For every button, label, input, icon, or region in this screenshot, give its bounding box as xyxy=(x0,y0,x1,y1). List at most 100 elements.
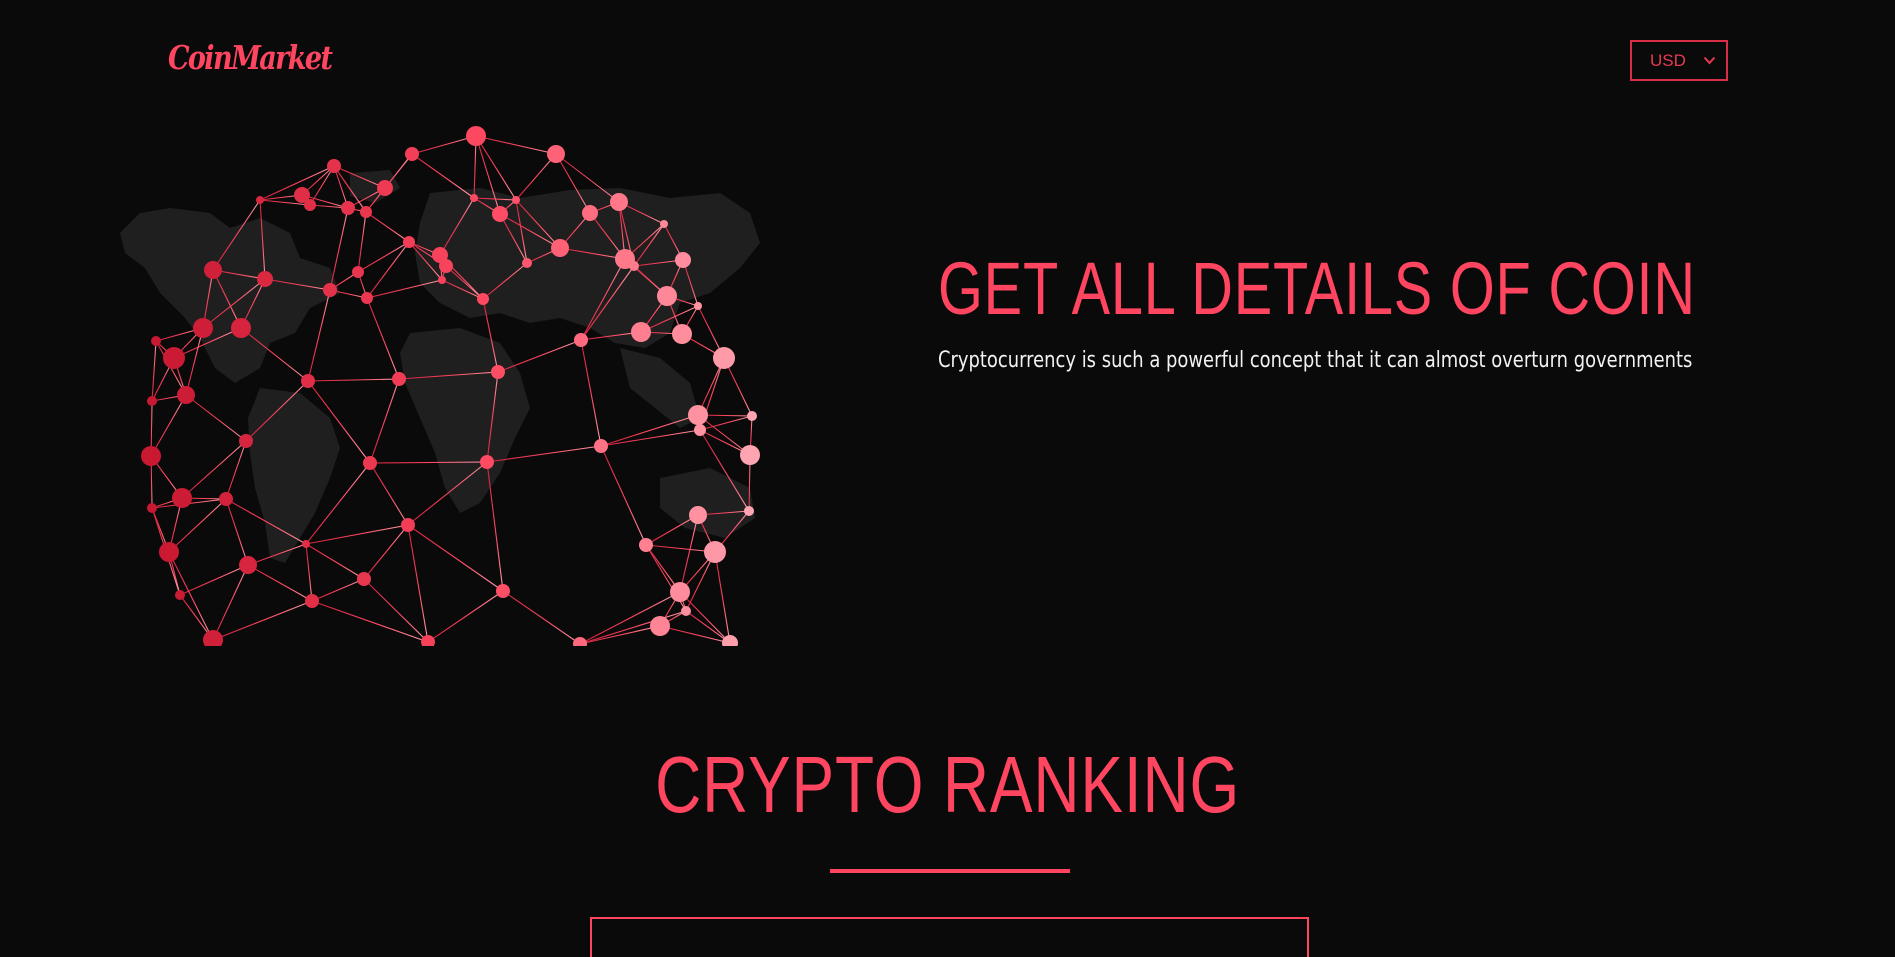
network-node xyxy=(694,302,702,310)
network-node xyxy=(574,333,588,347)
network-node xyxy=(203,630,223,646)
network-node xyxy=(496,584,510,598)
network-node xyxy=(219,492,233,506)
network-node xyxy=(492,206,508,222)
network-edge xyxy=(247,564,313,602)
network-node xyxy=(629,261,639,271)
network-node xyxy=(305,594,319,608)
network-node xyxy=(204,261,222,279)
network-node xyxy=(352,266,364,278)
network-node xyxy=(477,293,489,305)
network-node xyxy=(744,506,754,516)
network-node xyxy=(681,606,691,616)
network-edge xyxy=(600,445,647,546)
network-edge xyxy=(185,327,204,396)
continent-shape xyxy=(400,328,530,513)
network-node xyxy=(392,372,406,386)
network-node xyxy=(582,205,598,221)
globe-network-illustration xyxy=(120,126,760,646)
network-edge xyxy=(407,524,429,643)
network-node xyxy=(341,201,355,215)
network-node xyxy=(491,365,505,379)
network-node xyxy=(301,374,315,388)
network-edge xyxy=(600,429,701,447)
network-edge xyxy=(212,600,313,641)
network-edge xyxy=(305,524,409,545)
network-node xyxy=(403,236,415,248)
network-node xyxy=(231,318,251,338)
network-edge xyxy=(179,564,249,596)
network-edge xyxy=(407,524,504,592)
network-node xyxy=(147,503,157,513)
network-edge xyxy=(357,211,367,273)
hero-title: GET ALL DETAILS OF COIN xyxy=(938,247,1696,330)
network-node xyxy=(323,283,337,297)
network-edge xyxy=(150,394,187,457)
network-edge xyxy=(307,378,400,382)
network-edge xyxy=(185,394,247,442)
network-node xyxy=(639,538,653,552)
network-node xyxy=(239,434,253,448)
network-node xyxy=(141,446,161,466)
network-node xyxy=(689,506,707,524)
chevron-down-icon xyxy=(1703,56,1716,65)
network-edge xyxy=(579,625,661,645)
network-edge xyxy=(486,461,504,592)
network-edge xyxy=(357,241,410,273)
network-edge xyxy=(329,207,349,291)
network-node xyxy=(438,276,446,284)
continent-shape xyxy=(660,468,755,538)
network-edge xyxy=(645,514,699,546)
network-node xyxy=(147,396,157,406)
network-node xyxy=(675,252,691,268)
currency-select[interactable]: USD xyxy=(1630,40,1728,81)
network-node xyxy=(470,194,478,202)
network-node xyxy=(670,582,690,602)
network-node xyxy=(704,541,726,563)
network-node xyxy=(672,324,692,344)
network-node xyxy=(657,286,677,306)
network-edge xyxy=(151,340,157,402)
network-node xyxy=(304,199,316,211)
network-node xyxy=(694,424,706,436)
network-edge xyxy=(600,414,699,447)
network-node xyxy=(631,322,651,342)
section-title: CRYPTO RANKING xyxy=(0,745,1895,825)
network-edge xyxy=(502,590,581,645)
network-edge xyxy=(311,600,429,643)
network-edge xyxy=(305,543,313,602)
network-node xyxy=(377,180,393,196)
network-node xyxy=(357,572,371,586)
network-node xyxy=(747,411,757,421)
network-edge xyxy=(365,211,410,243)
network-node xyxy=(360,206,372,218)
network-node xyxy=(522,258,532,268)
network-edge xyxy=(659,625,731,644)
network-edge xyxy=(305,543,365,580)
network-node xyxy=(172,488,192,508)
network-node xyxy=(361,292,373,304)
logo[interactable]: CoinMarket xyxy=(168,38,333,77)
network-node xyxy=(239,556,257,574)
network-node xyxy=(302,540,310,548)
network-node xyxy=(610,193,628,211)
network-node xyxy=(177,386,195,404)
network-node xyxy=(594,439,608,453)
network-node xyxy=(151,336,161,346)
network-node xyxy=(547,145,565,163)
network-node xyxy=(466,126,486,146)
network-node xyxy=(175,590,185,600)
network-node xyxy=(660,220,668,228)
ranking-table xyxy=(590,917,1309,957)
continent-shape xyxy=(120,208,340,383)
network-edge xyxy=(369,462,409,526)
hero-subtitle: Cryptocurrency is such a powerful concep… xyxy=(938,348,1693,373)
section-divider xyxy=(830,869,1070,873)
network-node xyxy=(327,159,341,173)
continent-shape xyxy=(620,348,700,428)
network-node xyxy=(401,518,415,532)
network-node xyxy=(363,456,377,470)
network-node xyxy=(551,239,569,257)
network-node xyxy=(405,147,419,161)
network-edge xyxy=(411,153,475,199)
